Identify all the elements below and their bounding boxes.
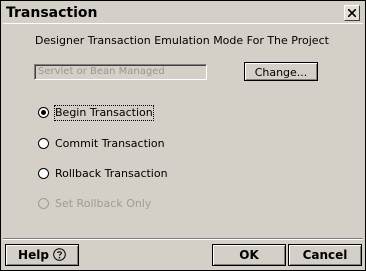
emulation-mode-heading: Designer Transaction Emulation Mode For … bbox=[35, 34, 329, 47]
question-circle-icon bbox=[53, 248, 66, 261]
radio-unselected-icon[interactable] bbox=[38, 168, 49, 179]
cancel-button[interactable]: Cancel bbox=[288, 244, 362, 266]
commit-transaction-label: Commit Transaction bbox=[55, 137, 165, 150]
close-icon bbox=[348, 9, 356, 17]
begin-transaction-label: Begin Transaction bbox=[54, 105, 154, 121]
set-rollback-only-label: Set Rollback Only bbox=[55, 197, 152, 210]
window-title: Transaction bbox=[6, 5, 98, 21]
help-button-label: Help bbox=[18, 248, 49, 262]
radio-disabled-icon bbox=[38, 198, 49, 209]
emulation-mode-field: Servlet or Bean Managed bbox=[34, 64, 207, 80]
footer-separator bbox=[3, 238, 363, 240]
rollback-transaction-label: Rollback Transaction bbox=[55, 167, 168, 180]
transaction-dialog: Transaction Designer Transaction Emulati… bbox=[0, 0, 366, 271]
ok-button[interactable]: OK bbox=[212, 244, 286, 266]
radio-unselected-icon[interactable] bbox=[38, 138, 49, 149]
title-bar: Transaction bbox=[3, 3, 363, 24]
change-button[interactable]: Change... bbox=[244, 62, 318, 81]
close-button[interactable] bbox=[344, 5, 360, 21]
dialog-content: Designer Transaction Emulation Mode For … bbox=[3, 25, 363, 235]
help-button[interactable]: Help bbox=[5, 244, 79, 266]
radio-selected-icon[interactable] bbox=[38, 107, 49, 118]
